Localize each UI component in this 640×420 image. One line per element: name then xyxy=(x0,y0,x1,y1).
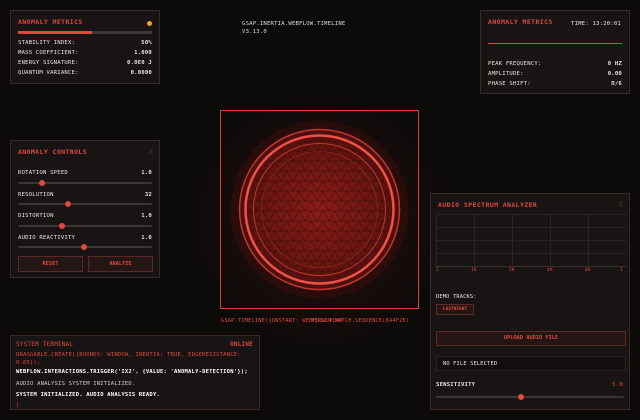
terminal-line: SYSTEM INITIALIZED. AUDIO ANALYSIS READY… xyxy=(16,392,160,398)
metrics-progress-fill xyxy=(18,31,92,34)
sensitivity-knob[interactable] xyxy=(517,394,524,400)
spectrum-tick: 1 xyxy=(620,268,623,273)
spectrum-title: Audio Spectrum Analyzer xyxy=(438,201,538,209)
file-status-field: No file selected xyxy=(436,356,626,371)
reset-button[interactable]: Reset xyxy=(18,256,83,272)
rotation-speed-slider[interactable] xyxy=(18,180,152,186)
terminal-cursor[interactable]: | xyxy=(16,402,254,408)
terminal-line: AUDIO ANALYSIS SYSTEM INITIALIZED. xyxy=(16,381,136,387)
library-header-line2: V3.13.0 xyxy=(242,29,267,35)
spectrum-tick: 2 xyxy=(436,268,439,273)
spectrum-tick: 1K xyxy=(471,268,477,273)
clock-readout: Time: 13:20:01 xyxy=(571,21,621,27)
metric-row-amplitude: Amplitude: 0.00 xyxy=(488,71,622,77)
metric-row-phase: Phase Shift: π/6 xyxy=(488,81,622,87)
slider-value-resolution: 32 xyxy=(144,192,152,198)
metric-row-mass: Mass Coefficient: 1.000 xyxy=(18,50,152,56)
terminal-line: WEBFLOW.INTERACTIONS.TRIGGER('IX2', {VAL… xyxy=(16,369,248,375)
spectrum-tick-labels: 2 1K 2K 4K 8K 1 xyxy=(436,268,626,275)
rotation-speed-knob[interactable] xyxy=(39,180,46,186)
distortion-knob[interactable] xyxy=(59,223,66,229)
spectrum-plot xyxy=(436,214,626,267)
spectrum-drag-handle-icon[interactable]: ⠿ xyxy=(619,202,624,209)
metric-row-stability: Stability Index: 50% xyxy=(18,40,152,46)
demo-track-button[interactable]: Lastnight xyxy=(436,304,474,315)
slider-label-distortion: Distortion xyxy=(18,213,54,219)
slider-label-audio: Audio Reactivity xyxy=(18,235,76,241)
resolution-slider[interactable] xyxy=(18,201,152,207)
spectrum-tick: 4K xyxy=(547,268,553,273)
metrics-progress-track xyxy=(18,31,152,34)
slider-value-distortion: 1.0 xyxy=(141,213,152,219)
audio-reactivity-slider[interactable] xyxy=(18,244,152,250)
drag-handle-icon[interactable]: ⠿ xyxy=(149,149,154,156)
controls-panel: Anomaly Controls ⠿ Rotation Speed 1.0 Re… xyxy=(10,140,160,278)
spectrum-tick: 8K xyxy=(585,268,591,273)
anomaly-sphere xyxy=(230,120,409,299)
terminal-panel: System Terminal Online DRAGGABLE.CREATE(… xyxy=(10,335,260,410)
sensitivity-slider[interactable] xyxy=(436,394,624,400)
metrics-right-title: Anomaly Metrics xyxy=(488,18,553,26)
metrics-left-title: Anomaly Metrics xyxy=(18,18,83,26)
slider-value-rotation: 1.0 xyxy=(141,170,152,176)
terminal-line: DRAGGABLE.CREATE({BOUNDS: WINDOW, INERTI… xyxy=(16,352,241,366)
waveform-line xyxy=(488,43,622,44)
audio-reactivity-knob[interactable] xyxy=(80,244,87,250)
distortion-slider[interactable] xyxy=(18,223,152,229)
library-header-line1: GSAP.INERTIA.WEBFLOW.TIMELINE xyxy=(242,21,346,27)
metric-row-variance: Quantum Variance: 0.0000 xyxy=(18,70,152,76)
spectrum-panel: Audio Spectrum Analyzer ⠿ 2 1K 2K 4K 8K … xyxy=(430,193,630,410)
metrics-panel-left: Anomaly Metrics Stability Index: 50% Mass… xyxy=(10,10,160,84)
timeline-caption-right: TERLOW.MATCH.SEQUENCE(844F2E) xyxy=(311,318,410,324)
controls-title: Anomaly Controls xyxy=(18,148,88,156)
file-status-text: No file selected xyxy=(443,361,498,367)
status-dot-icon xyxy=(147,21,152,26)
library-header: GSAP.INERTIA.WEBFLOW.TIMELINE V3.13.0 xyxy=(242,20,345,36)
demo-tracks-label: Demo Tracks: xyxy=(436,294,477,300)
sensitivity-label: Sensitivity xyxy=(436,382,476,388)
metrics-panel-right: Anomaly Metrics Time: 13:20:01 Peak Freq… xyxy=(480,10,630,94)
metric-row-energy: Energy Signature: 0.0E0 J xyxy=(18,60,152,66)
anomaly-viewport[interactable] xyxy=(220,110,419,309)
upload-audio-button[interactable]: Upload Audio File xyxy=(436,331,626,346)
terminal-title: System Terminal xyxy=(16,341,74,348)
metric-row-peak: Peak Frequency: 0 Hz xyxy=(488,61,622,67)
slider-label-rotation: Rotation Speed xyxy=(18,170,68,176)
resolution-knob[interactable] xyxy=(64,201,71,207)
slider-value-audio: 1.0 xyxy=(141,235,152,241)
spectrum-tick: 2K xyxy=(509,268,515,273)
terminal-status: Online xyxy=(230,341,253,348)
slider-label-resolution: Resolution xyxy=(18,192,54,198)
analyze-button[interactable]: Analyze xyxy=(88,256,153,272)
sensitivity-value: 5.0 xyxy=(612,382,623,388)
